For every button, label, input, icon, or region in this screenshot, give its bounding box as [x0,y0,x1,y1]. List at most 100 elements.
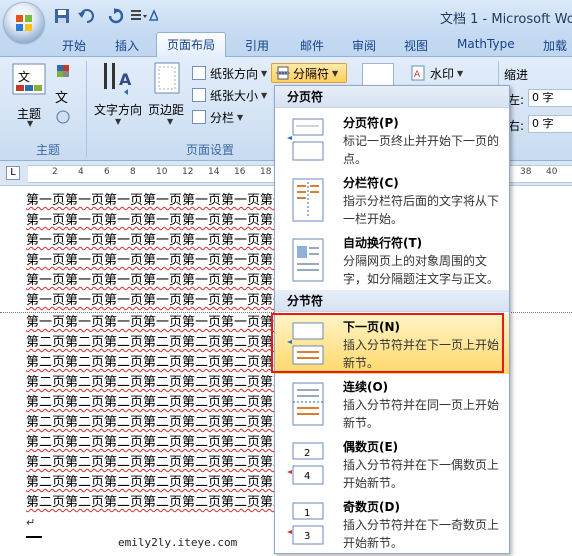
save-button[interactable] [54,7,70,25]
chevron-down-icon: ▼ [332,68,339,78]
window-title: 文档 1 - Microsoft Wo [440,12,572,27]
theme-fonts-button[interactable]: 文 [55,87,79,106]
orientation-button[interactable]: 纸张方向 ▼ [192,64,267,82]
even-page-icon: 2 4 [287,442,324,485]
breaks-button[interactable]: 分隔符 ▼ [271,63,347,83]
ribbon-tabs: 开始 插入 页面布局 引用 邮件 审阅 视图 MathType 加载 [0,32,572,57]
menu-item-title: 分页符(P) [343,116,399,130]
indent-left-input[interactable]: 0 字 [528,89,572,107]
margins-icon [154,62,180,94]
menu-item-title: 分栏符(C) [343,176,399,190]
text-direction-label: 文字方向 [94,103,143,117]
margins-label: 页边距 [148,103,185,117]
tab-mailings[interactable]: 邮件 [300,37,324,54]
continuous-icon [292,382,324,426]
svg-text:1: 1 [304,508,310,519]
margins-button[interactable]: 页边距 ▼ [146,61,190,131]
chevron-down-icon: ▼ [115,117,122,126]
ruler-tick-label: 6 [104,167,110,177]
section-breaks-header: 分节符 [275,290,509,312]
menu-item-desc: 插入分节符并在下一页上开始新节。 [343,338,500,370]
tab-references[interactable]: 引用 [245,37,269,54]
theme-effects-button[interactable] [55,109,75,127]
menu-item-title: 偶数页(E) [343,440,399,454]
watermark-button[interactable]: A 水印 ▼ [410,64,463,82]
save-icon [55,9,69,23]
chevron-down-icon: ▼ [27,119,34,128]
ruler-tick-label: 16 [234,167,246,177]
ruler-tick-label: 2 [52,167,58,177]
page-setup-group-label: 页面设置 [185,143,234,157]
svg-text:A: A [414,70,421,80]
size-label: 纸张大小 [210,88,259,103]
ruler-tick-label: 18 [260,167,272,177]
menu-item-next-page[interactable]: 下一页(N) 插入分节符并在下一页上开始新节。 [275,314,509,374]
tab-view[interactable]: 视图 [404,37,428,54]
watermark-icon: A [411,65,425,81]
group-divider [86,61,87,157]
text-cursor [26,536,42,538]
indent-left-label: 左: [508,93,525,107]
odd-page-icon: 1 3 [287,502,324,545]
text-direction-button[interactable]: A 文字方向 ▼ [92,61,144,131]
ruler-tick-label: 10 [156,167,168,177]
undo-button[interactable] [78,7,98,25]
menu-item-odd-page[interactable]: 1 3 奇数页(D) 插入分节符并在下一奇数页上开始新节。 [275,494,509,554]
office-button[interactable] [4,3,44,43]
theme-icon: 文 [12,63,46,95]
svg-text:A: A [119,70,132,89]
breaks-label: 分隔符 [293,66,330,81]
menu-item-desc: 指示分栏符后面的文字将从下一栏开始。 [343,194,500,226]
ruler-tick-label: 40 [546,167,558,177]
ruler-tick-label: 12 [182,167,194,177]
ruler-tick-label: 4 [78,167,84,177]
columns-button[interactable]: 分栏 ▼ [192,108,243,126]
menu-item-desc: 插入分节符并在下一奇数页上开始新节。 [343,518,500,550]
menu-item-column-break[interactable]: 分栏符(C) 指示分栏符后面的文字将从下一栏开始。 [275,170,509,230]
tab-selector[interactable]: L [6,166,20,180]
next-page-icon [287,322,324,365]
menu-item-desc: 插入分节符并在下一偶数页上开始新节。 [343,458,500,490]
ruler-tick-label: 14 [208,167,220,177]
ruler-tick-label: 8 [130,167,136,177]
indent-label: 缩进 [504,68,529,82]
menu-item-desc: 标记一页终止并开始下一页的点。 [343,134,500,166]
text-direction-icon: A [104,63,132,95]
menu-item-page-break[interactable]: 分页符(P) 标记一页终止并开始下一页的点。 [275,110,509,170]
qat-customize-button[interactable] [130,7,162,25]
indent-right-input[interactable]: 0 字 [528,115,572,133]
ruler-tick-label: 38 [520,167,532,177]
redo-button[interactable] [108,7,124,25]
menu-item-continuous[interactable]: 连续(O) 插入分节符并在同一页上开始新节。 [275,374,509,434]
orientation-icon [192,66,206,80]
tab-page-layout[interactable]: 页面布局 [156,32,227,57]
svg-text:文: 文 [18,69,30,84]
menu-item-title: 下一页(N) [343,320,401,334]
theme-colors-button[interactable] [55,63,75,83]
themes-group-label: 主题 [35,143,60,157]
redo-icon [108,8,124,24]
watermark-text: emily2ly.iteye.com [118,536,238,549]
column-break-icon [292,178,324,222]
indent-right-label: 右: [508,119,525,133]
chevron-down-icon: ▼ [237,112,244,122]
text-wrapping-icon [292,238,324,282]
chevron-down-icon: ▼ [457,68,464,78]
tab-review[interactable]: 审阅 [352,37,376,54]
page-break-icon [287,118,324,161]
size-button[interactable]: 纸张大小 ▼ [192,86,267,104]
themes-button[interactable]: 文 主题 ▼ [12,63,48,128]
customize-icon [131,9,158,21]
tab-insert[interactable]: 插入 [115,37,139,54]
tab-addins[interactable]: 加载 [543,37,567,54]
tab-home[interactable]: 开始 [62,37,86,54]
breaks-menu: 分页符 分页符(P) 标记一页终止并开始下一页的点。 分栏符(C) 指示分栏符后… [274,85,510,554]
menu-item-even-page[interactable]: 2 4 偶数页(E) 插入分节符并在下一偶数页上开始新节。 [275,434,509,494]
svg-text:4: 4 [304,471,310,482]
watermark-label: 水印 [430,66,455,81]
title-bar: 文档 1 - Microsoft Wo [0,0,572,43]
tab-mathtype[interactable]: MathType [457,37,515,51]
breaks-icon [276,66,290,80]
menu-item-text-wrapping-break[interactable]: 自动换行符(T) 分隔网页上的对象周围的文字，如分隔题注文字与正文。 [275,230,509,290]
theme-effects-icon [56,110,70,124]
